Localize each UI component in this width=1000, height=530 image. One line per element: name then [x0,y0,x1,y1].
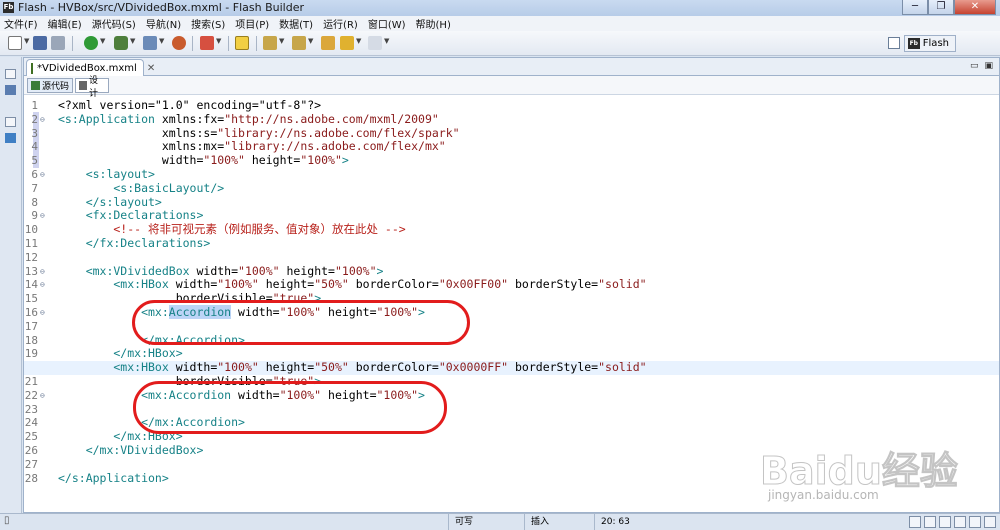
watermark-url: jingyan.baidu.com [768,488,879,502]
maximize-button[interactable]: ❐ [928,0,954,15]
menu-search[interactable]: 搜索(S) [191,16,225,31]
external-tools-icon[interactable] [200,36,214,50]
minimize-button[interactable]: ─ [902,0,928,15]
tray-icon-4[interactable] [954,516,966,528]
forward-dropdown-icon[interactable]: ▼ [384,37,389,45]
code-line: <fx:Declarations> [58,208,204,223]
close-button[interactable]: ✕ [954,0,996,15]
editor-view-controls: ▭ ▣ [970,61,993,71]
menu-edit[interactable]: 编辑(E) [48,16,82,31]
run-dropdown-icon[interactable]: ▼ [100,37,105,45]
package-explorer-icon[interactable] [5,85,16,95]
source-mode-icon [31,81,40,90]
tray-icon-1[interactable] [909,516,921,528]
code-line: </s:layout> [58,194,162,209]
menu-data[interactable]: 数据(T) [279,16,313,31]
tab-close-icon[interactable]: ✕ [147,63,155,74]
code-line: xmlns:mx="library://ns.adobe.com/flex/mx… [58,139,446,154]
code-line: <s:BasicLayout/> [58,180,225,195]
tray-icon-5[interactable] [969,516,981,528]
code-line: <s:layout> [58,167,155,181]
design-mode-label: 设计 [89,75,99,99]
main-toolbar: ▼ ▼ ▼ ▼ ▼ ▼ ▼ ▼ ▼ Fb Flash [0,31,1000,56]
save-icon[interactable] [33,36,47,50]
menu-project[interactable]: 项目(P) [235,16,269,31]
menu-help[interactable]: 帮助(H) [416,16,451,31]
code-line: <s:Application xmlns:fx="http://ns.adobe… [58,111,439,126]
restore-view-icon[interactable] [5,69,16,79]
window-title: Flash - HVBox/src/VDividedBox.mxml - Fla… [18,1,304,14]
menu-file[interactable]: 文件(F) [4,16,38,31]
highlight-circle-bottom [133,381,447,434]
menu-navigate[interactable]: 导航(N) [146,16,181,31]
editor-tab-vdividedbox[interactable]: *VDividedBox.mxml ✕ [26,59,155,76]
status-tray [909,516,996,528]
source-mode-button[interactable]: 源代码 [27,78,73,93]
design-mode-button[interactable]: 设计 [75,76,109,99]
editor-tab-strip: *VDividedBox.mxml ✕ ▭ ▣ [24,58,999,76]
code-line: </fx:Declarations> [58,236,211,250]
perspective-switcher[interactable]: Fb Flash [903,35,956,52]
code-line: <?xml version="1.0" encoding="utf-8"?> [58,98,322,112]
code-line: <!-- 将非可视元素（例如服务、值对象）放在此处 --> [58,222,406,237]
restore-view-2-icon[interactable] [5,117,16,127]
debug-dropdown-icon[interactable]: ▼ [130,37,135,45]
baidu-watermark: Baidu经验 jingyan.baidu.com [760,440,990,510]
tab-label: *VDividedBox.mxml [37,62,137,74]
title-bar: Fb Flash - HVBox/src/VDividedBox.mxml - … [0,0,1000,16]
last-edit-location-icon[interactable] [321,36,335,50]
open-perspective-icon[interactable] [888,37,900,49]
watermark-brand: Baidu经验 [760,449,959,494]
source-mode-label: 源代码 [42,82,70,92]
status-cursor-position: 20: 63 [594,514,672,530]
print-icon[interactable] [51,36,65,50]
run-icon[interactable] [84,36,98,50]
code-line: </mx:HBox> [58,346,183,361]
perspective-label: Flash [922,38,949,49]
previous-annotation-icon[interactable] [292,36,306,50]
export-release-icon[interactable] [172,36,186,50]
external-tools-dropdown-icon[interactable]: ▼ [216,37,221,45]
tray-icon-3[interactable] [939,516,951,528]
minimize-editor-icon[interactable]: ▭ [970,61,979,71]
status-indicator-icon: ▯ [4,515,10,526]
status-insert-mode: 插入 [524,514,594,530]
back-dropdown-icon[interactable]: ▼ [356,37,361,45]
status-writable: 可写 [448,514,524,530]
debug-icon[interactable] [114,36,128,50]
next-annotation-dropdown-icon[interactable]: ▼ [279,37,284,45]
previous-annotation-dropdown-icon[interactable]: ▼ [308,37,313,45]
code-line: width="100%" height="100%"> [58,153,349,168]
back-arrow-icon[interactable] [340,36,354,50]
menu-run[interactable]: 运行(R) [323,16,358,31]
code-line: xmlns:s="library://ns.adobe.com/flex/spa… [58,125,460,140]
menu-source[interactable]: 源代码(S) [92,16,136,31]
forward-arrow-icon[interactable] [368,36,382,50]
outline-view-icon[interactable] [5,133,16,143]
profile-dropdown-icon[interactable]: ▼ [159,37,164,45]
mxml-file-icon [31,62,33,74]
tray-icon-6[interactable] [984,516,996,528]
editor-mode-bar: 源代码 设计 [24,76,999,99]
tray-icon-2[interactable] [924,516,936,528]
maximize-editor-icon[interactable]: ▣ [984,61,993,71]
menu-window[interactable]: 窗口(W) [368,16,406,31]
window-controls: ─ ❐ ✕ [902,0,996,15]
code-line: <mx:VDividedBox width="100%" height="100… [58,263,384,278]
status-bar: ▯ 可写 插入 20: 63 [0,513,1000,530]
left-trim-bar [0,57,22,513]
menu-bar: 文件(F) 编辑(E) 源代码(S) 导航(N) 搜索(S) 项目(P) 数据(… [0,16,1000,31]
highlight-circle-top [132,300,470,345]
next-annotation-icon[interactable] [263,36,277,50]
flash-builder-app-icon: Fb [3,2,14,13]
new-file-icon[interactable] [8,36,22,50]
design-mode-icon [79,81,87,90]
toggle-mark-icon[interactable] [235,36,249,50]
current-code-line: <mx:HBox width="100%" height="50%" borde… [24,360,999,375]
profile-icon[interactable] [143,36,157,50]
flash-perspective-icon: Fb [907,38,920,49]
code-line: <mx:HBox width="100%" height="50%" borde… [58,277,647,292]
new-dropdown-icon[interactable]: ▼ [24,37,29,45]
